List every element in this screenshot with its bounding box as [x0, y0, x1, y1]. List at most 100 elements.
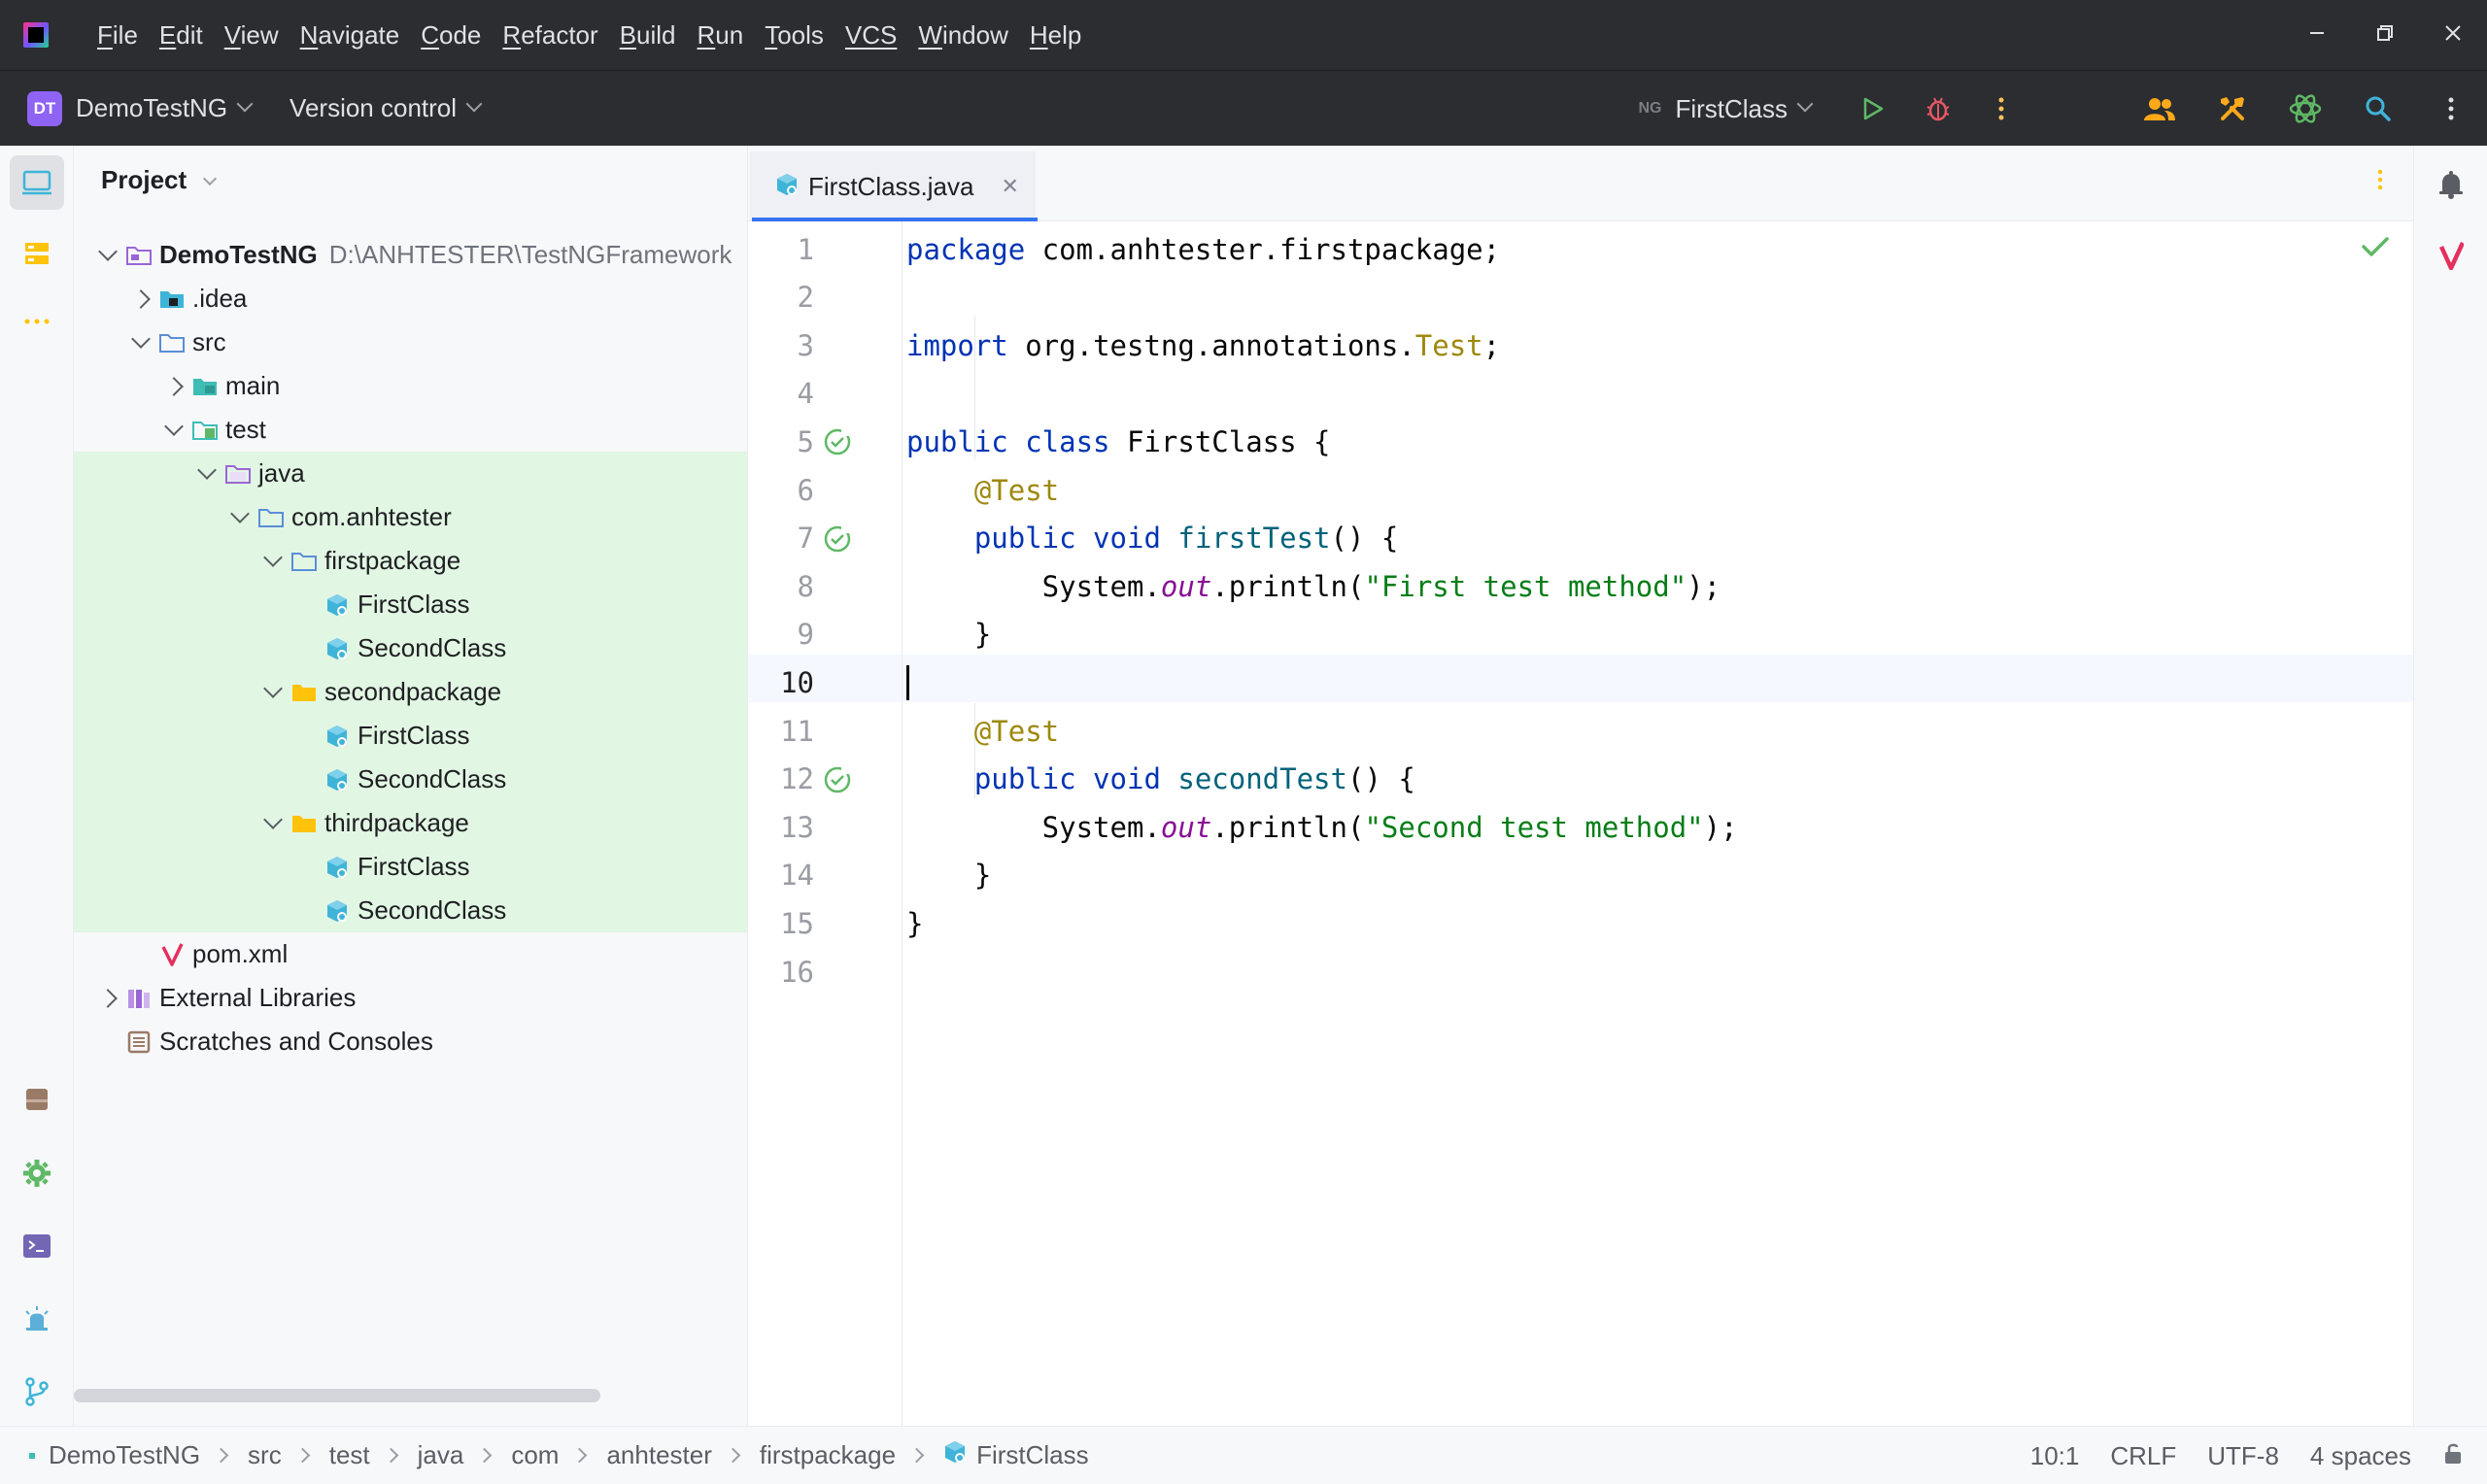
chevron-down-icon[interactable]: [164, 416, 184, 436]
code-line[interactable]: 9 }: [748, 611, 2413, 658]
chevron-down-icon[interactable]: [131, 328, 151, 349]
line-separator[interactable]: CRLF: [2110, 1441, 2176, 1471]
menu-item[interactable]: Refactor: [502, 20, 597, 51]
expand-arrow-icon[interactable]: [256, 809, 290, 829]
tree-node[interactable]: External Libraries: [74, 976, 747, 1020]
code-line[interactable]: 16: [748, 948, 2413, 995]
editor-tabs-more-icon[interactable]: [2376, 167, 2384, 197]
breadcrumb-item[interactable]: java: [418, 1440, 464, 1470]
tree-node[interactable]: test: [74, 408, 747, 452]
tree-node[interactable]: Scratches and Consoles: [74, 1020, 747, 1063]
expand-arrow-icon[interactable]: [157, 416, 190, 436]
tree-node[interactable]: FirstClass: [74, 845, 747, 889]
expand-arrow-icon[interactable]: [190, 459, 223, 480]
menu-item[interactable]: VCS: [845, 20, 897, 51]
breadcrumb-item[interactable]: src: [248, 1440, 282, 1470]
chevron-down-icon[interactable]: [203, 171, 218, 186]
code-line[interactable]: 6 @Test: [748, 466, 2413, 514]
menu-item[interactable]: Code: [421, 20, 481, 51]
code-line[interactable]: 11 @Test: [748, 707, 2413, 755]
restore-icon[interactable]: [2351, 21, 2419, 49]
tree-node[interactable]: SecondClass: [74, 889, 747, 932]
debug-icon[interactable]: [1909, 71, 1967, 147]
expand-arrow-icon[interactable]: [256, 678, 290, 698]
tree-node[interactable]: main: [74, 364, 747, 408]
expand-arrow-icon[interactable]: [91, 988, 124, 1008]
code-line[interactable]: 2: [748, 274, 2413, 321]
services-gear-icon[interactable]: [10, 1146, 64, 1200]
notifications-bell-icon[interactable]: [2424, 157, 2478, 212]
breadcrumb-item[interactable]: test: [329, 1440, 370, 1470]
menu-item[interactable]: Build: [620, 20, 676, 51]
chevron-down-icon[interactable]: [1796, 95, 1814, 113]
indent-setting[interactable]: 4 spaces: [2310, 1441, 2411, 1471]
breadcrumb-item[interactable]: FirstClass: [976, 1440, 1089, 1470]
no-problems-check-icon[interactable]: [2361, 235, 2390, 263]
chevron-down-icon[interactable]: [230, 503, 250, 523]
expand-arrow-icon[interactable]: [157, 376, 190, 396]
code-line[interactable]: 12 public void secondTest() {: [748, 756, 2413, 803]
more-actions-icon[interactable]: [1967, 71, 2035, 147]
expand-arrow-icon[interactable]: [223, 503, 256, 523]
bookmarks-tool-icon[interactable]: [10, 1072, 64, 1127]
horizontal-scrollbar[interactable]: [74, 1389, 600, 1402]
problems-tool-icon[interactable]: [10, 1292, 64, 1346]
code-line[interactable]: 3 import org.testng.annotations.Test;: [748, 321, 2413, 369]
code-line[interactable]: 10: [748, 658, 2413, 706]
code-line[interactable]: 14 }: [748, 852, 2413, 899]
more-tool-windows-icon[interactable]: [10, 294, 64, 349]
expand-arrow-icon[interactable]: [124, 288, 157, 309]
menu-item[interactable]: File: [97, 20, 138, 51]
code-editor[interactable]: 1 package com.anhtester.firstpackage; 2 3 im…: [748, 221, 2413, 1426]
tree-node[interactable]: SecondClass: [74, 758, 747, 801]
code-line[interactable]: 13 System.out.println("Second test metho…: [748, 803, 2413, 851]
tree-node[interactable]: thirdpackage: [74, 801, 747, 845]
chevron-right-icon[interactable]: [164, 376, 184, 396]
maven-tool-icon[interactable]: [2424, 228, 2478, 283]
code-line[interactable]: 5 public class FirstClass {: [748, 418, 2413, 465]
breadcrumb-item[interactable]: DemoTestNG: [49, 1440, 200, 1470]
breadcrumb-item[interactable]: anhtester: [606, 1440, 711, 1470]
tab-firstclass-java[interactable]: FirstClass.java ✕: [750, 152, 1038, 222]
tree-node[interactable]: src: [74, 320, 747, 364]
minimize-icon[interactable]: [2283, 21, 2351, 49]
chevron-down-icon[interactable]: [197, 459, 217, 480]
version-control-menu[interactable]: Version control: [290, 93, 457, 123]
tree-node[interactable]: firstpackage: [74, 539, 747, 583]
expand-arrow-icon[interactable]: [124, 328, 157, 349]
chevron-right-icon[interactable]: [131, 288, 151, 309]
menu-item[interactable]: Run: [698, 20, 744, 51]
code-line[interactable]: 7 public void firstTest() {: [748, 515, 2413, 562]
tree-node[interactable]: java: [74, 452, 747, 495]
code-line[interactable]: 1 package com.anhtester.firstpackage;: [748, 225, 2413, 273]
close-tab-icon[interactable]: ✕: [1001, 174, 1018, 199]
git-tool-icon[interactable]: [10, 1365, 64, 1419]
chevron-down-icon[interactable]: [263, 809, 283, 829]
chevron-down-icon[interactable]: [465, 95, 483, 112]
code-line[interactable]: 15}: [748, 899, 2413, 947]
build-tools-icon[interactable]: [2196, 71, 2268, 147]
project-tool-icon[interactable]: [10, 155, 64, 210]
code-with-me-icon[interactable]: [2123, 71, 2196, 147]
chevron-right-icon[interactable]: [98, 988, 118, 1008]
menu-item[interactable]: Tools: [765, 20, 824, 51]
chevron-down-icon[interactable]: [236, 95, 254, 112]
tree-node[interactable]: secondpackage: [74, 670, 747, 714]
ai-assistant-icon[interactable]: [2268, 71, 2341, 147]
expand-arrow-icon[interactable]: [256, 547, 290, 567]
caret-position[interactable]: 10:1: [2030, 1441, 2080, 1471]
run-test-gutter-icon[interactable]: [822, 523, 853, 561]
breadcrumb-item[interactable]: firstpackage: [760, 1440, 896, 1470]
expand-arrow-icon[interactable]: [91, 241, 124, 261]
menu-item[interactable]: View: [224, 20, 279, 51]
chevron-down-icon[interactable]: [98, 241, 118, 261]
tree-node[interactable]: pom.xml: [74, 932, 747, 976]
run-test-gutter-icon[interactable]: [822, 764, 853, 802]
code-line[interactable]: 8 System.out.println("First test method"…: [748, 562, 2413, 610]
project-badge[interactable]: DT: [27, 90, 62, 126]
menu-item[interactable]: Window: [918, 20, 1007, 51]
tree-node[interactable]: FirstClass: [74, 583, 747, 626]
file-encoding[interactable]: UTF-8: [2207, 1441, 2279, 1471]
menu-item[interactable]: Edit: [159, 20, 203, 51]
breadcrumb-item[interactable]: com: [511, 1440, 559, 1470]
